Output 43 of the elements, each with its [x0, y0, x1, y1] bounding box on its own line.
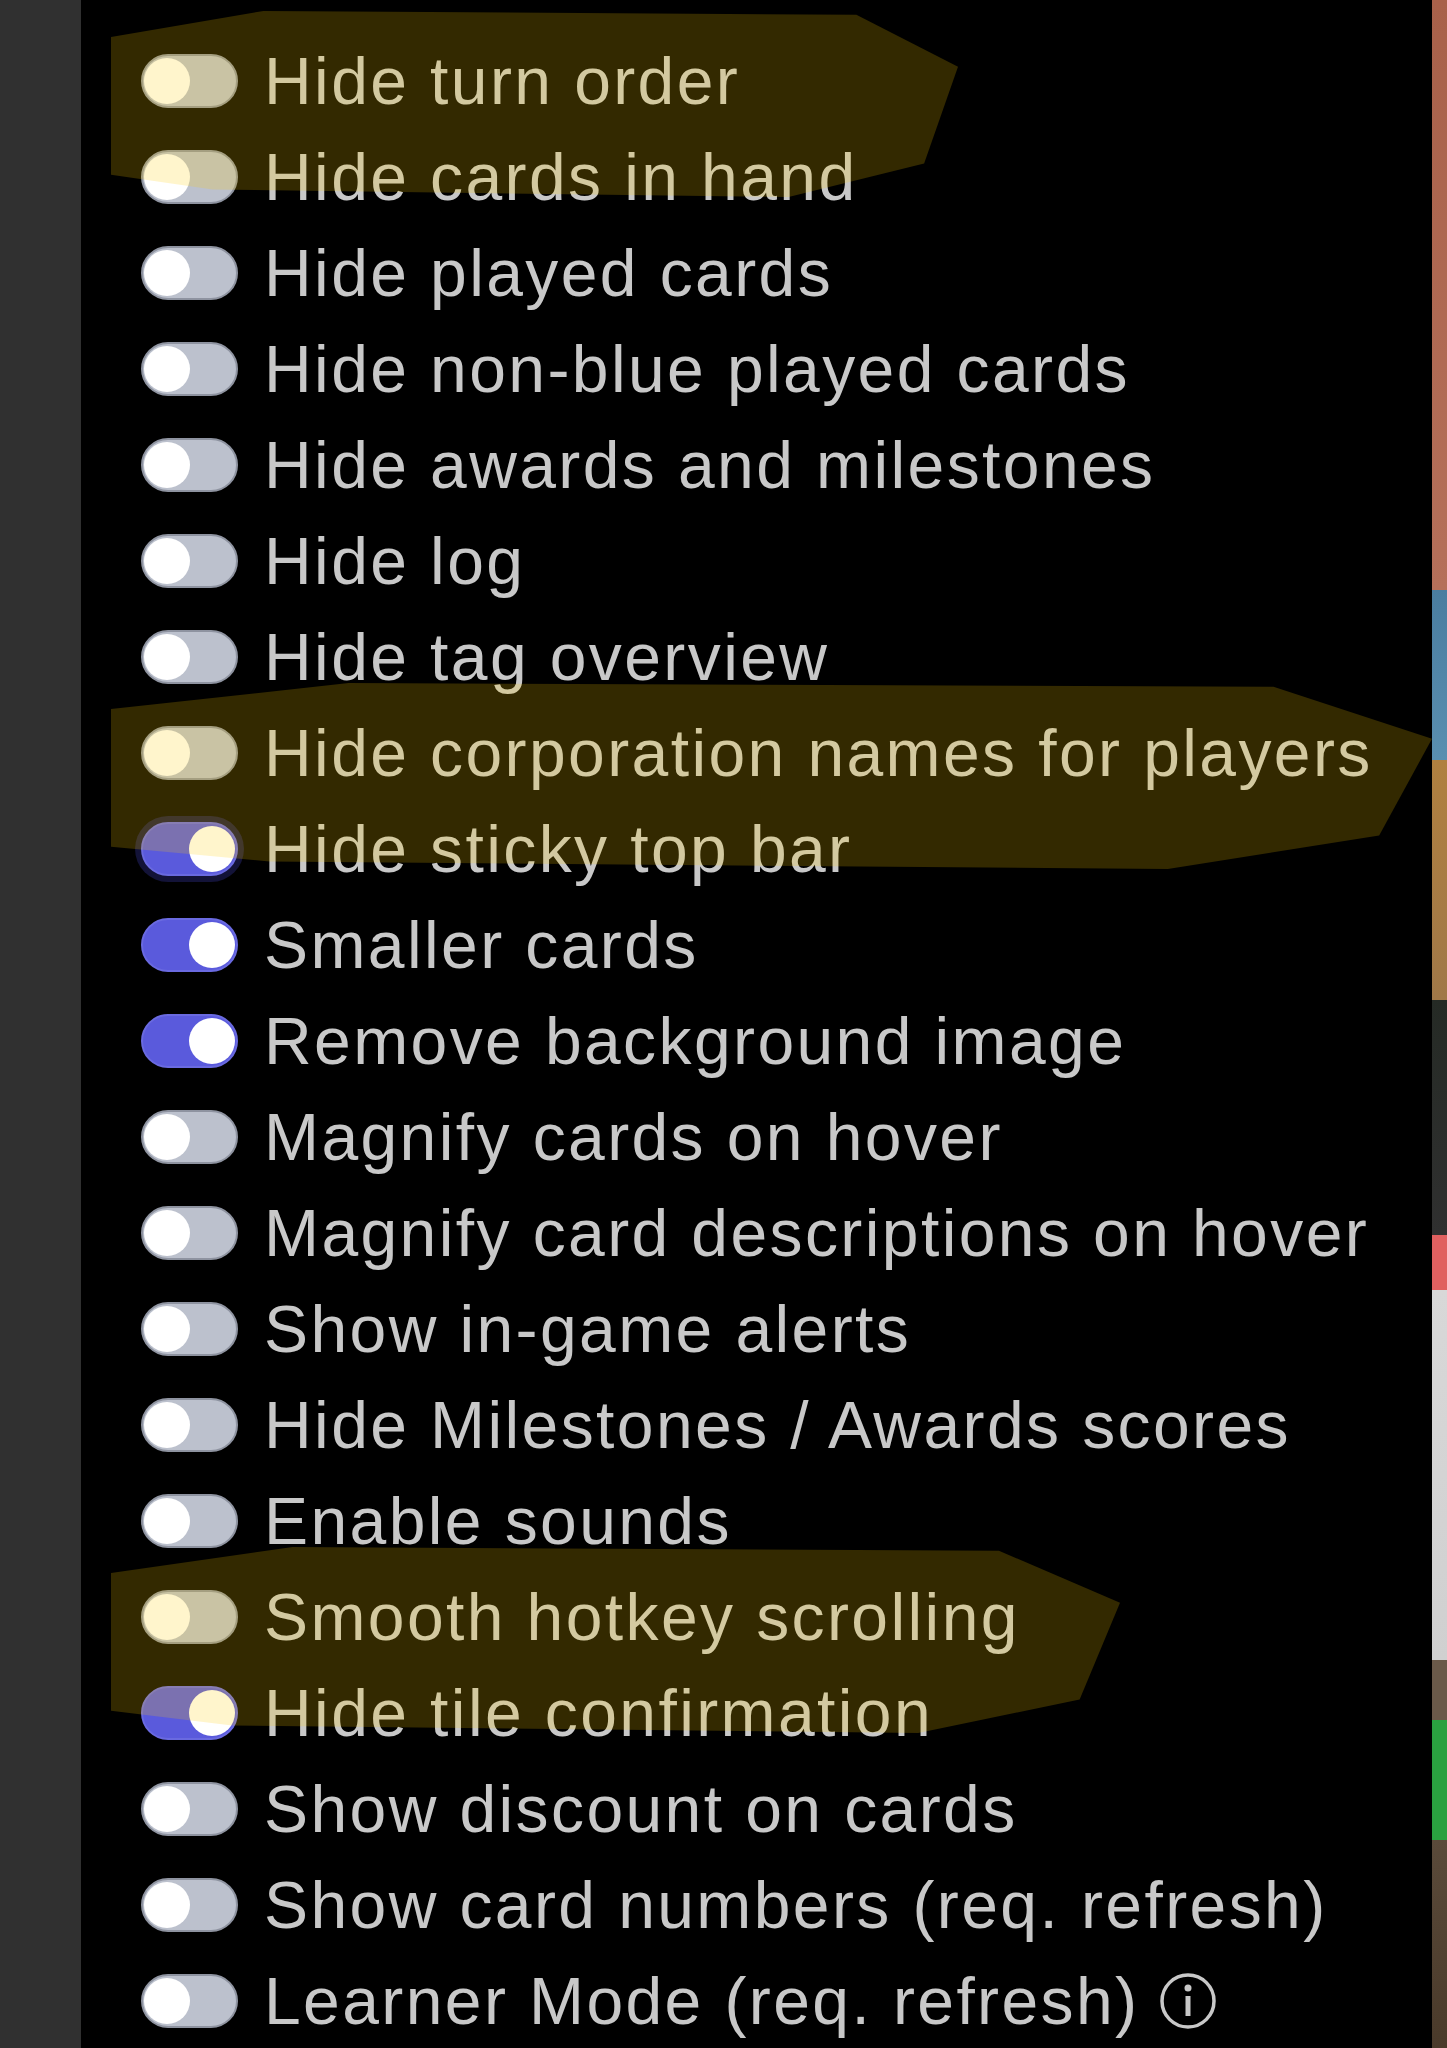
- toggle-label: Show discount on cards: [264, 1771, 1018, 1848]
- toggle-switch[interactable]: [141, 822, 238, 876]
- toggle-label: Hide awards and milestones: [264, 427, 1156, 504]
- toggle-label: Hide turn order: [264, 43, 741, 120]
- toggle-label: Smooth hotkey scrolling: [264, 1579, 1020, 1656]
- toggle-label: Enable sounds: [264, 1483, 732, 1560]
- toggle-label: Smaller cards: [264, 907, 699, 984]
- toggle-label: Hide tile confirmation: [264, 1675, 934, 1752]
- toggle-switch[interactable]: [141, 1974, 238, 2028]
- toggle-switch[interactable]: [141, 54, 238, 108]
- toggle-label: Hide played cards: [264, 235, 834, 312]
- toggle-label: Hide log: [264, 523, 526, 600]
- toggle-switch[interactable]: [141, 1494, 238, 1548]
- toggle-switch[interactable]: [141, 1686, 238, 1740]
- toggle-label: Show in-game alerts: [264, 1291, 912, 1368]
- toggle-switch[interactable]: [141, 1014, 238, 1068]
- toggle-label: Hide Milestones / Awards scores: [264, 1387, 1291, 1464]
- toggle-switch[interactable]: [141, 1590, 238, 1644]
- toggle-label: Hide cards in hand: [264, 139, 858, 216]
- toggle-label: Hide sticky top bar: [264, 811, 853, 888]
- toggle-switch[interactable]: [141, 150, 238, 204]
- toggle-switch[interactable]: [141, 1302, 238, 1356]
- toggle-label: Show card numbers (req. refresh): [264, 1867, 1328, 1944]
- toggle-switch[interactable]: [141, 918, 238, 972]
- toggle-label: Hide tag overview: [264, 619, 830, 696]
- toggle-label: Remove background image: [264, 1003, 1127, 1080]
- toggle-label: Hide non-blue played cards: [264, 331, 1130, 408]
- toggle-switch[interactable]: [141, 1110, 238, 1164]
- info-icon[interactable]: [1159, 1973, 1216, 2029]
- toggle-switch[interactable]: [141, 726, 238, 780]
- toggle-switch[interactable]: [141, 1398, 238, 1452]
- toggle-switch[interactable]: [141, 630, 238, 684]
- toggle-label: Learner Mode (req. refresh): [264, 1963, 1140, 2040]
- toggle-switch[interactable]: [141, 438, 238, 492]
- toggle-label: Magnify card descriptions on hover: [264, 1195, 1370, 1272]
- toggle-switch[interactable]: [141, 1782, 238, 1836]
- toggle-switch[interactable]: [141, 1206, 238, 1260]
- toggle-switch[interactable]: [141, 342, 238, 396]
- toggle-label: Magnify cards on hover: [264, 1099, 1003, 1176]
- toggle-switch[interactable]: [141, 246, 238, 300]
- toggle-switch[interactable]: [141, 1878, 238, 1932]
- toggle-label: Hide corporation names for players: [264, 715, 1373, 792]
- toggle-switch[interactable]: [141, 534, 238, 588]
